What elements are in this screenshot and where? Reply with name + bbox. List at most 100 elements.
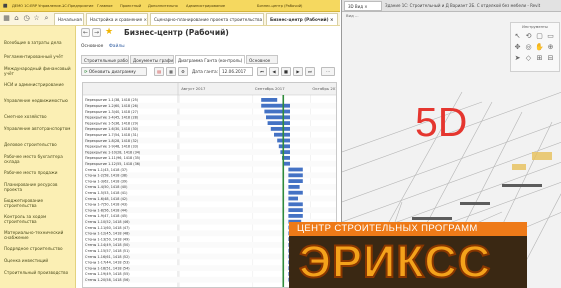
gantt-row-label: Перекрытие 1-3(40, 1418 (27) bbox=[85, 110, 139, 114]
doc-tab-start[interactable]: Начальная страница bbox=[54, 13, 84, 25]
gantt-task-bar bbox=[288, 196, 298, 201]
titlebar-item[interactable]: 1С:Предприятие bbox=[62, 0, 93, 11]
tab-main[interactable]: Основное bbox=[246, 55, 278, 64]
gantt-row-label: Стены 1-8(56, 1418 (44) bbox=[85, 208, 128, 212]
sidebar-item[interactable]: Материально-технический снабжение bbox=[4, 230, 74, 240]
app-logo-icon: ⬛ bbox=[3, 4, 8, 8]
walk-tool-icon[interactable]: ✥ bbox=[513, 43, 522, 52]
doc-tab-settings[interactable]: Настройка и сравнение × bbox=[86, 13, 148, 25]
gantt-row-label: Стены 1-10(52, 1418 (46) bbox=[85, 220, 130, 224]
home-icon[interactable]: ⌂ bbox=[12, 14, 21, 23]
gantt-row-label: Стены 1-1(43, 1418 (37) bbox=[85, 168, 128, 172]
sidebar-item[interactable]: Международный финансовый учёт bbox=[4, 66, 74, 76]
sidebar-item[interactable]: Регламентированный учёт bbox=[4, 54, 74, 59]
tab-construction-works[interactable]: Строительные работы bbox=[81, 55, 129, 64]
gantt-task-bar bbox=[261, 103, 290, 108]
gantt-row-label: Стены 1-5(53, 1418 (41) bbox=[85, 191, 128, 195]
gantt-task-bar bbox=[288, 185, 300, 189]
tools-title: Инструменты bbox=[522, 25, 548, 29]
table-button[interactable]: ▦ bbox=[166, 67, 176, 76]
sidebar-item[interactable]: НСИ и администрирование bbox=[4, 82, 74, 87]
viewer-tab[interactable]: 3D Вид × bbox=[344, 1, 382, 11]
pause-button[interactable]: ■ bbox=[281, 67, 291, 76]
logo-tagline: ЦЕНТР СТРОИТЕЛЬНЫХ ПРОГРАММ bbox=[297, 223, 478, 234]
doc-tab-scenario[interactable]: Сценарно-планирование проекта строительс… bbox=[150, 13, 264, 25]
select-tool-icon[interactable]: ↖ bbox=[513, 32, 522, 41]
forward-button[interactable]: → bbox=[92, 28, 101, 37]
titlebar-item[interactable]: Дополнительно bbox=[148, 0, 178, 11]
last-period-button[interactable]: ⏭ bbox=[305, 67, 315, 76]
gantt-task-bar bbox=[278, 144, 290, 149]
titlebar-item[interactable]: Главное bbox=[97, 0, 113, 11]
gantt-task-bar bbox=[288, 167, 303, 172]
favorite-star-icon[interactable]: ★ bbox=[105, 27, 113, 37]
hand-tool-icon[interactable]: ✋ bbox=[535, 43, 544, 52]
gantt-task-bar bbox=[288, 173, 303, 178]
titlebar-user[interactable]: Бизнес-центр (Рабочий) bbox=[257, 0, 302, 11]
tab-schedule-docs[interactable]: Документы графика bbox=[130, 55, 174, 64]
plane-tool-icon[interactable]: ◇ bbox=[524, 54, 533, 63]
company-logo: ЦЕНТР СТРОИТЕЛЬНЫХ ПРОГРАММ ЭРИКСС bbox=[289, 222, 527, 288]
titlebar-item[interactable]: ДЕМО 1С:ERP Управление... bbox=[12, 0, 64, 11]
tab-gantt-control[interactable]: Диаграмма Ганта (контроль) bbox=[175, 55, 245, 64]
sidebar-item[interactable]: Бюджетирование строительства bbox=[4, 198, 74, 208]
measure-tool-icon[interactable]: ⊞ bbox=[535, 54, 544, 63]
sidebar: Всеобщие в затраты дела Регламентированн… bbox=[0, 26, 76, 288]
gantt-row-label: Перекрытие 1-8(28, 1418 (32) bbox=[85, 139, 139, 143]
prev-period-button[interactable]: ◀ bbox=[269, 67, 279, 76]
frame-tool-icon[interactable]: ▭ bbox=[546, 32, 555, 41]
sidebar-item[interactable]: Строительный производство bbox=[4, 270, 74, 275]
gantt-task-bar bbox=[266, 115, 290, 120]
settings-button[interactable]: ⚙ bbox=[178, 67, 188, 76]
gantt-month-label: Сентябрь 2017 bbox=[255, 86, 285, 91]
sidebar-item[interactable]: Управление автотранспортом bbox=[4, 126, 74, 131]
orbit-tool-icon[interactable]: ◎ bbox=[524, 43, 533, 52]
gantt-row-label: Стены 1-6(48, 1418 (42) bbox=[85, 197, 128, 201]
sidebar-item[interactable]: Сметное хозяйство bbox=[4, 114, 74, 119]
sidebar-item[interactable]: Подрядное строительство bbox=[4, 246, 74, 251]
gantt-row-label: Перекрытие 1-4(45, 1418 (28) bbox=[85, 116, 139, 120]
sidebar-item[interactable]: Рабочее место продажи bbox=[4, 170, 74, 175]
back-button[interactable]: ← bbox=[81, 28, 90, 37]
sidebar-item[interactable]: Оценка инвестиций bbox=[4, 258, 74, 263]
first-period-button[interactable]: ⏮ bbox=[257, 67, 267, 76]
link-files[interactable]: Файлы bbox=[109, 44, 125, 49]
next-period-button[interactable]: ▶ bbox=[293, 67, 303, 76]
refresh-icon: ⟳ bbox=[84, 69, 88, 74]
grid-menu-icon[interactable]: ▦ bbox=[2, 14, 11, 23]
titlebar-item[interactable]: Проектный bbox=[120, 0, 141, 11]
doc-tab-business-center[interactable]: Бизнес-центр (Рабочий) × bbox=[266, 13, 338, 25]
history-icon[interactable]: ◷ bbox=[22, 14, 31, 23]
gantt-row-label: Стены 1-17(44, 1418 (53) bbox=[85, 261, 130, 265]
gantt-row-label: Стены 1-16(61, 1418 (52) bbox=[85, 255, 130, 259]
titlebar-item[interactable]: Администрирование bbox=[186, 0, 225, 11]
viewer-title: Здание 1С: Строительный и Д Вариант 2Б. … bbox=[385, 3, 541, 8]
gantt-row-label: Стены 1-9(47, 1418 (45) bbox=[85, 214, 128, 218]
command-bar: ⟳ Обновить диаграмму ▤ ▦ ⚙ Дата ганта: 1… bbox=[81, 67, 336, 77]
date-field[interactable]: 12.06.2017 bbox=[219, 67, 253, 76]
sidebar-item[interactable]: Управление недвижимостью bbox=[4, 98, 74, 103]
refresh-gantt-button[interactable]: ⟳ Обновить диаграмму bbox=[81, 67, 147, 76]
sidebar-item[interactable]: Всеобщие в затраты дела bbox=[4, 40, 74, 45]
report-button[interactable]: ▤ bbox=[154, 67, 164, 76]
zoom-tool-icon[interactable]: ⊕ bbox=[546, 43, 555, 52]
date-label: Дата ганта: bbox=[192, 69, 219, 74]
rotate-tool-icon[interactable]: ⟲ bbox=[524, 32, 533, 41]
gantt-row-label: Стены 1-15(57, 1418 (51) bbox=[85, 249, 130, 253]
gantt-header-bg bbox=[83, 83, 336, 95]
sidebar-item[interactable]: Планирование ресурсов проекта bbox=[4, 182, 74, 192]
gantt-row-label: Стены 1-20(58, 1418 (56) bbox=[85, 278, 130, 282]
gantt-row-label: Стены 1-7(50, 1418 (43) bbox=[85, 203, 128, 207]
link-main[interactable]: Основное bbox=[81, 44, 103, 49]
sidebar-item[interactable]: Рабочее место бухгалтера склада bbox=[4, 154, 74, 164]
arrow-tool-icon[interactable]: ➤ bbox=[513, 54, 522, 63]
section-tool-icon[interactable]: ⊟ bbox=[546, 54, 555, 63]
app-titlebar: ⬛ ДЕМО 1С:ERP Управление... 1С:Предприят… bbox=[0, 0, 340, 12]
sidebar-item[interactable]: Контроль за ходом строительства bbox=[4, 214, 74, 224]
box-tool-icon[interactable]: ▢ bbox=[535, 32, 544, 41]
sidebar-item[interactable]: Деловое строительство bbox=[4, 142, 74, 147]
more-button[interactable]: ⋯ bbox=[321, 67, 335, 76]
search-icon[interactable]: ⌕ bbox=[42, 14, 51, 23]
star-icon[interactable]: ☆ bbox=[32, 14, 41, 23]
gantt-task-bar bbox=[270, 127, 290, 131]
